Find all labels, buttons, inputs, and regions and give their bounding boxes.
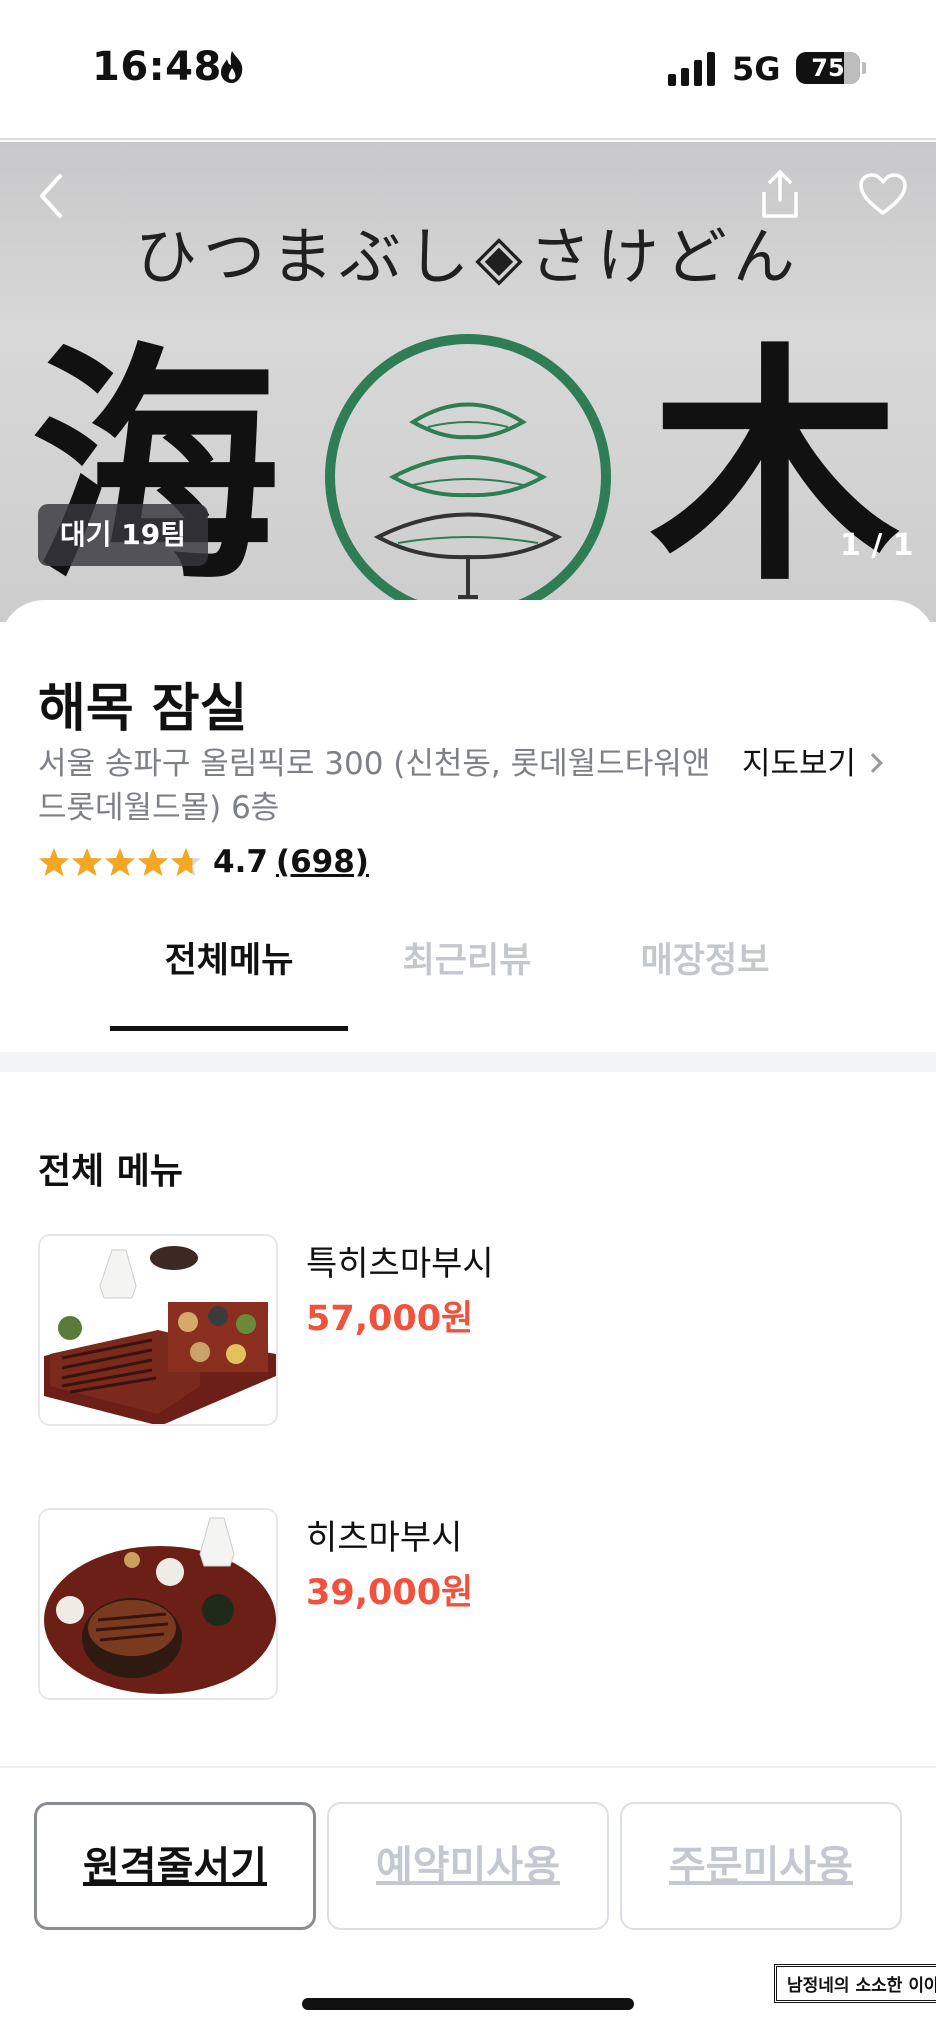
menu-item[interactable]: 특히츠마부시 57,000원: [38, 1234, 898, 1426]
menu-section-title: 전체 메뉴: [38, 1151, 184, 1192]
reservation-unavailable-button[interactable]: 예약미사용: [327, 1802, 609, 1930]
menu-item-price: 39,000원: [306, 1573, 474, 1613]
menu-item-image: [38, 1234, 278, 1426]
bottom-action-bar: 원격줄서기 예약미사용 주문미사용 남정네의 소소한 이야기: [0, 1766, 936, 2029]
star-rating: [38, 846, 203, 878]
chevron-right-icon: [863, 753, 883, 773]
star-icon: [105, 848, 135, 876]
rating-score: 4.7: [213, 844, 268, 880]
watermark-text: 남정네의 소소한 이야기: [774, 1964, 936, 2003]
review-count-link[interactable]: (698): [276, 844, 369, 880]
star-icon: [171, 848, 201, 876]
map-view-link[interactable]: 지도보기: [742, 742, 883, 786]
tab-all-menu[interactable]: 전체메뉴: [110, 932, 348, 983]
status-bar: 16:48 5G 75: [0, 0, 936, 140]
wait-count-badge: 대기 19팀: [38, 504, 208, 566]
menu-item-price: 57,000원: [306, 1299, 474, 1339]
tab-store-info[interactable]: 매장정보: [586, 932, 824, 983]
store-hero-image[interactable]: ひつまぶし◈さけどん 海 木 대기 19팀 1 / 1: [0, 142, 936, 622]
remote-queue-button[interactable]: 원격줄서기: [34, 1802, 316, 1930]
menu-item[interactable]: 히츠마부시 39,000원: [38, 1508, 898, 1700]
tab-recent-reviews[interactable]: 최근리뷰: [348, 932, 586, 983]
active-tab-indicator: [110, 1026, 348, 1031]
pine-crest-logo: [325, 334, 611, 620]
signal-icon: [668, 52, 716, 86]
flame-icon: [221, 51, 243, 83]
star-icon: [39, 848, 69, 876]
network-type: 5G: [732, 50, 781, 88]
heart-icon[interactable]: [858, 172, 908, 216]
menu-item-image: [38, 1508, 278, 1700]
battery-level: 75: [811, 54, 845, 82]
home-indicator[interactable]: [302, 1998, 634, 2010]
back-arrow-icon[interactable]: [30, 170, 74, 222]
store-tabs: 전체메뉴 최근리뷰 매장정보: [0, 920, 936, 1031]
star-icon: [138, 848, 168, 876]
store-address: 서울 송파구 올림픽로 300 (신천동, 롯데월드타워앤드롯데월드몰) 6층: [38, 746, 711, 826]
share-icon[interactable]: [756, 168, 804, 220]
store-name: 해목 잠실: [38, 679, 248, 739]
order-unavailable-button[interactable]: 주문미사용: [620, 1802, 902, 1930]
map-view-label: 지도보기: [742, 746, 857, 782]
status-time: 16:48: [92, 44, 222, 90]
section-divider: [0, 1052, 936, 1072]
menu-item-name: 특히츠마부시: [306, 1244, 494, 1284]
rating-row: 4.7 (698): [38, 840, 369, 884]
menu-item-name: 히츠마부시: [306, 1518, 463, 1558]
battery-tip: [862, 62, 866, 74]
star-icon: [72, 848, 102, 876]
battery-icon: 75: [796, 52, 860, 84]
image-counter: 1 / 1: [840, 528, 914, 563]
